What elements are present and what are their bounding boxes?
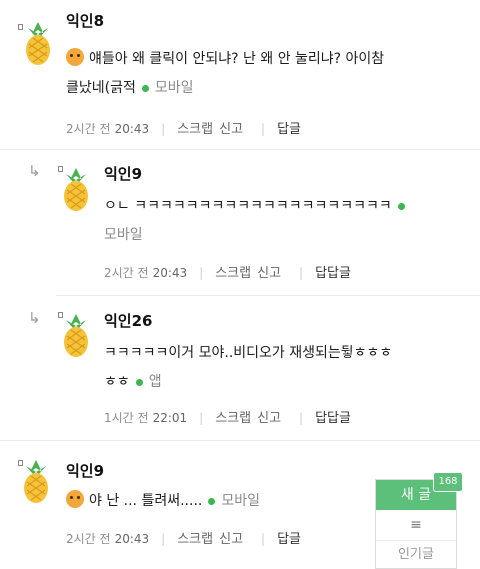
report-button[interactable]: 신고 (219, 122, 243, 137)
device-dot-icon (141, 84, 149, 92)
scrap-button[interactable]: 스크랩 (177, 532, 213, 547)
comment-text-line: ㅎㅎ (104, 374, 130, 390)
comment-text-line: 야 난 ... 틀려써..... (89, 493, 203, 509)
device-label: 앱 (148, 374, 162, 390)
comment-nickname[interactable]: 익인9 (66, 460, 104, 481)
scrap-button[interactable]: 스크랩 (215, 266, 251, 281)
new-post-count-badge: 168 (433, 472, 463, 492)
reply-button[interactable]: 답답글 (315, 411, 351, 426)
tiger-emoji-icon (66, 48, 84, 66)
comment-text-line: 얘들아 왜 클릭이 안되냐? 난 왜 안 눌리냐? 아이참 (89, 51, 385, 67)
device-label: 모바일 (221, 493, 260, 509)
comment-nickname[interactable]: 익인9 (104, 163, 142, 184)
reply-arrow-icon: ↳ (28, 309, 41, 327)
comment-meta: 2시간 전 20:43 | 스크랩 신고 | 답글 (66, 122, 301, 137)
comment-text-line: ㅋㅋㅋㅋㅋ이거 모야..비디오가 재생되는뒿ㅎㅎㅎ (104, 345, 393, 361)
reply-button[interactable]: 답글 (277, 532, 301, 547)
reply-arrow-icon: ↳ (28, 162, 41, 180)
comment-text: 얘들아 왜 클릭이 안되냐? 난 왜 안 눌리냐? 아이참 클났네(긁적 모바일 (66, 45, 466, 103)
pineapple-avatar-icon (24, 460, 48, 503)
report-button[interactable]: 신고 (257, 266, 281, 281)
timestamp: 20:43 (114, 122, 150, 136)
scrap-button[interactable]: 스크랩 (215, 411, 251, 426)
comment-meta: 2시간 전 20:43 | 스크랩 신고 | 답답글 (104, 266, 351, 281)
comment-meta: 2시간 전 20:43 | 스크랩 신고 | 답글 (66, 532, 301, 547)
device-dot-icon (135, 378, 143, 386)
comment-text-line: ㅇㄴ ㅋㅋㅋㅋㅋㅋㅋㅋㅋㅋㅋㅋㅋㅋㅋㅋㅋㅋㅋㅋ (104, 198, 392, 214)
reply-button[interactable]: 답글 (277, 122, 301, 137)
comment-text: ㅇㄴ ㅋㅋㅋㅋㅋㅋㅋㅋㅋㅋㅋㅋㅋㅋㅋㅋㅋㅋㅋㅋ 모바일 (104, 192, 466, 250)
divider (0, 149, 480, 150)
report-button[interactable]: 신고 (257, 411, 281, 426)
comment-text: ㅋㅋㅋㅋㅋ이거 모야..비디오가 재생되는뒿ㅎㅎㅎ ㅎㅎ 앱 (104, 339, 466, 397)
device-dot-icon (208, 497, 216, 505)
timestamp: 20:43 (114, 532, 150, 546)
device-dot-icon (397, 202, 405, 210)
divider (0, 440, 480, 441)
timestamp: 22:01 (152, 411, 188, 425)
reply-button[interactable]: 답답글 (315, 266, 351, 281)
pineapple-avatar-icon (26, 22, 50, 65)
divider (56, 295, 480, 296)
pineapple-avatar-icon (64, 168, 88, 211)
time-ago: 2시간 전 (104, 266, 149, 280)
scrap-button[interactable]: 스크랩 (177, 122, 213, 137)
report-button[interactable]: 신고 (219, 532, 243, 547)
comment-text-line: 클났네(긁적 (66, 80, 136, 96)
device-label: 모바일 (104, 227, 143, 243)
time-ago: 2시간 전 (66, 122, 111, 136)
comment-meta: 1시간 전 22:01 | 스크랩 신고 | 답답글 (104, 411, 351, 426)
time-ago: 2시간 전 (66, 532, 111, 546)
time-ago: 1시간 전 (104, 411, 149, 425)
menu-button[interactable]: ≡ (376, 510, 456, 541)
timestamp: 20:43 (152, 266, 188, 280)
comment-nickname[interactable]: 익인8 (66, 10, 104, 31)
tiger-emoji-icon (66, 490, 84, 508)
device-label: 모바일 (154, 80, 194, 96)
comment-nickname[interactable]: 익인26 (104, 310, 152, 331)
floating-menu: 새 글 ≡ 인기글 (375, 479, 457, 569)
pineapple-avatar-icon (64, 314, 88, 357)
